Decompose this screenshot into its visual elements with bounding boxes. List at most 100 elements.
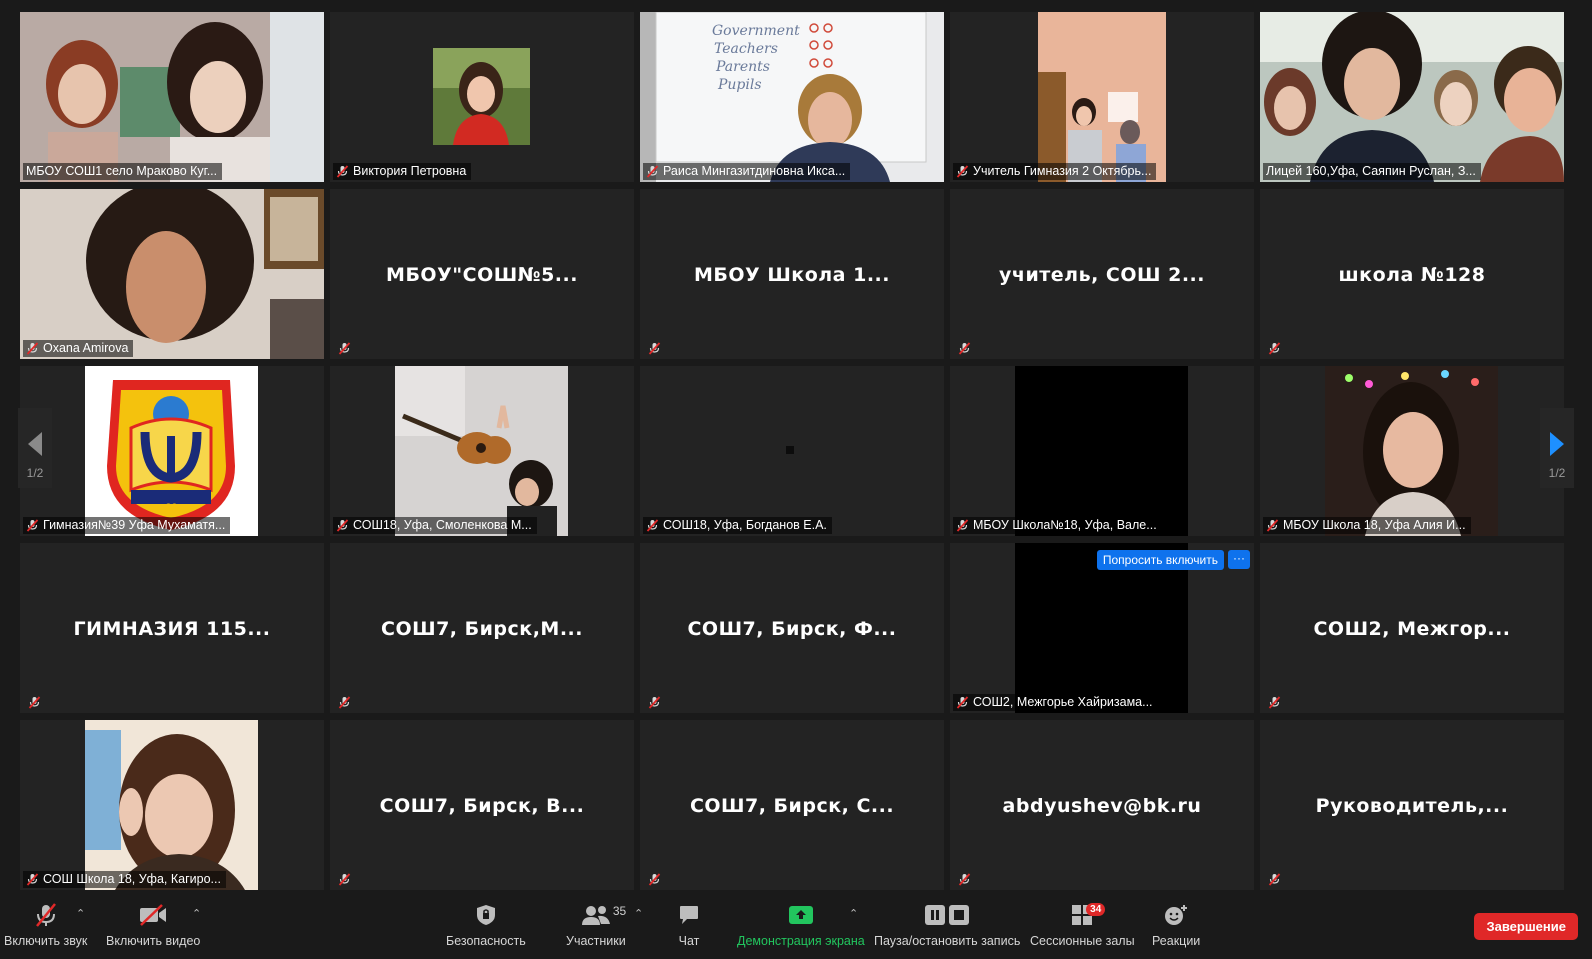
unmute-button[interactable]: Включить звук <box>4 901 87 948</box>
mic-muted-icon <box>646 519 659 532</box>
chat-label: Чат <box>678 934 700 948</box>
participant-name: Гимназия№39 Уфа Мухаматя... <box>43 518 226 532</box>
participant-tile[interactable]: СОШ7, Бирск, Ф... <box>640 543 944 713</box>
participant-video <box>1015 366 1188 536</box>
participants-options-caret[interactable]: ⌃ <box>634 907 643 920</box>
participant-tile[interactable]: СОШ7, Бирск, С... <box>640 720 944 890</box>
chat-button[interactable]: Чат <box>677 901 701 948</box>
participant-name-label: МБОУ Школа№18, Уфа, Вале... <box>953 517 1162 534</box>
participant-name-label: МБОУ СОШ1 село Мраково Куг... <box>23 163 223 180</box>
participant-name-label: Раиса Мингазитдиновна Икса... <box>643 163 851 180</box>
shield-icon <box>475 901 497 929</box>
chevron-left-icon <box>28 432 42 456</box>
participant-tile[interactable]: учитель, СОШ 2... <box>950 189 1254 359</box>
participant-tile[interactable]: СОШ18, Уфа, Смоленкова М... <box>330 366 634 536</box>
participant-name: СОШ Школа 18, Уфа, Кагиро... <box>43 872 221 886</box>
participant-name-label: СОШ Школа 18, Уфа, Кагиро... <box>23 871 226 888</box>
participant-tile[interactable]: СОШ18, Уфа, Богданов Е.А. <box>640 366 944 536</box>
more-options-button[interactable]: ··· <box>1228 550 1250 569</box>
reactions-label: Реакции <box>1152 934 1201 948</box>
participant-video <box>20 189 324 359</box>
participant-tile[interactable]: Руководитель,... <box>1260 720 1564 890</box>
mic-muted-icon <box>336 165 349 178</box>
participants-icon: 35 <box>581 901 626 929</box>
participant-tile[interactable]: abdyushev@bk.ru <box>950 720 1254 890</box>
mic-muted-icon <box>1266 519 1279 532</box>
participant-tile[interactable]: МБОУ Школа 1... <box>640 189 944 359</box>
participant-name-label: СОШ2, Межгорье Хайризама... <box>953 694 1158 711</box>
participant-tile[interactable]: СОШ7, Бирск,М... <box>330 543 634 713</box>
ask-to-start-video-button[interactable]: Попросить включить <box>1096 550 1224 570</box>
participant-tile[interactable]: МБОУ Школа№18, Уфа, Вале... <box>950 366 1254 536</box>
participant-video <box>20 12 324 182</box>
participant-tile[interactable]: МБОУ"СОШ№5... <box>330 189 634 359</box>
participant-tile[interactable]: Учитель Гимназия 2 Октябрь... <box>950 12 1254 182</box>
audio-options-caret[interactable]: ⌃ <box>76 907 85 920</box>
breakout-rooms-button[interactable]: 34 Сессионные залы <box>1030 901 1135 948</box>
participant-name: Раиса Мингазитдиновна Икса... <box>663 164 846 178</box>
participant-tile[interactable]: 39 Гимназия№39 Уфа Мухаматя... <box>20 366 324 536</box>
participant-tile[interactable]: СОШ Школа 18, Уфа, Кагиро... <box>20 720 324 890</box>
participant-tile[interactable]: Oxana Amirova <box>20 189 324 359</box>
participant-tile[interactable]: СОШ2, Межгор... <box>1260 543 1564 713</box>
unmute-label: Включить звук <box>4 934 88 948</box>
mic-muted-icon <box>338 696 351 709</box>
start-video-button[interactable]: Включить видео <box>106 901 200 948</box>
prev-page-button[interactable]: 1/2 <box>18 408 52 488</box>
mic-muted-icon <box>26 342 39 355</box>
video-options-caret[interactable]: ⌃ <box>192 907 201 920</box>
share-screen-button[interactable]: Демонстрация экрана <box>737 901 865 948</box>
mic-muted-icon <box>956 696 969 709</box>
share-options-caret[interactable]: ⌃ <box>849 907 858 920</box>
pause-stop-icon <box>923 901 971 929</box>
participant-tile[interactable]: ГИМНАЗИЯ 115... <box>20 543 324 713</box>
participant-name: СОШ2, Межгорье Хайризама... <box>973 695 1153 709</box>
participant-display-name: МБОУ"СОШ№5... <box>386 264 578 286</box>
share-screen-icon <box>788 901 814 929</box>
mic-muted-icon <box>1268 696 1281 709</box>
participant-tile[interactable]: СОШ2, Межгорье Хайризама... Попросить вкл… <box>950 543 1254 713</box>
participant-video <box>640 366 944 536</box>
next-page-button[interactable]: 1/2 <box>1540 408 1574 488</box>
breakout-label: Сессионные залы <box>1030 934 1135 948</box>
participants-count: 35 <box>612 904 627 918</box>
participant-tile[interactable]: МБОУ СОШ1 село Мраково Куг... <box>20 12 324 182</box>
security-button[interactable]: Безопасность <box>446 901 526 948</box>
mic-muted-icon <box>648 342 661 355</box>
participant-tile[interactable]: СОШ7, Бирск, В... <box>330 720 634 890</box>
mic-muted-icon <box>1268 873 1281 886</box>
breakout-rooms-icon: 34 <box>1070 901 1106 929</box>
participant-name: Oxana Amirova <box>43 341 129 355</box>
mic-muted-icon <box>1268 342 1281 355</box>
participant-video <box>1325 366 1498 536</box>
mic-muted-icon <box>956 519 969 532</box>
participant-tile[interactable]: Government Teachers Parents Pupils Раиса Мин… <box>640 12 944 182</box>
video-gallery: МБОУ СОШ1 село Мраково Куг... Виктория Пе… <box>0 0 1592 893</box>
participant-tile[interactable]: школа №128 <box>1260 189 1564 359</box>
participant-name-label: СОШ18, Уфа, Смоленкова М... <box>333 517 537 534</box>
emblem-number: 39 <box>165 502 178 514</box>
participant-name-label: Гимназия№39 Уфа Мухаматя... <box>23 517 231 534</box>
participant-display-name: СОШ7, Бирск,М... <box>381 618 583 640</box>
mic-muted-icon <box>33 901 59 929</box>
participant-tile[interactable]: Виктория Петровна <box>330 12 634 182</box>
participant-display-name: ГИМНАЗИЯ 115... <box>73 618 271 640</box>
mic-muted-icon <box>956 165 969 178</box>
participant-name-label: СОШ18, Уфа, Богданов Е.А. <box>643 517 832 534</box>
participant-video <box>85 720 258 890</box>
security-label: Безопасность <box>446 934 526 948</box>
participant-tile[interactable]: Лицей 160,Уфа, Саяпин Руслан, З... <box>1260 12 1564 182</box>
chat-icon <box>677 901 701 929</box>
participant-display-name: МБОУ Школа 1... <box>694 264 890 286</box>
participant-name-label: Виктория Петровна <box>333 163 472 180</box>
participant-tile[interactable]: МБОУ Школа 18, Уфа Алия И... <box>1260 366 1564 536</box>
reactions-button[interactable]: Реакции <box>1152 901 1200 948</box>
participant-display-name: учитель, СОШ 2... <box>999 264 1205 286</box>
video-off-icon <box>138 901 168 929</box>
record-button[interactable]: Пауза/остановить запись <box>874 901 1020 948</box>
whiteboard-text: Government Teachers Parents Pupils <box>712 22 800 94</box>
end-meeting-button[interactable]: Завершение <box>1474 913 1578 940</box>
participants-button[interactable]: 35 Участники <box>566 901 626 948</box>
participant-name-label: МБОУ Школа 18, Уфа Алия И... <box>1263 517 1471 534</box>
participant-video <box>395 366 568 536</box>
